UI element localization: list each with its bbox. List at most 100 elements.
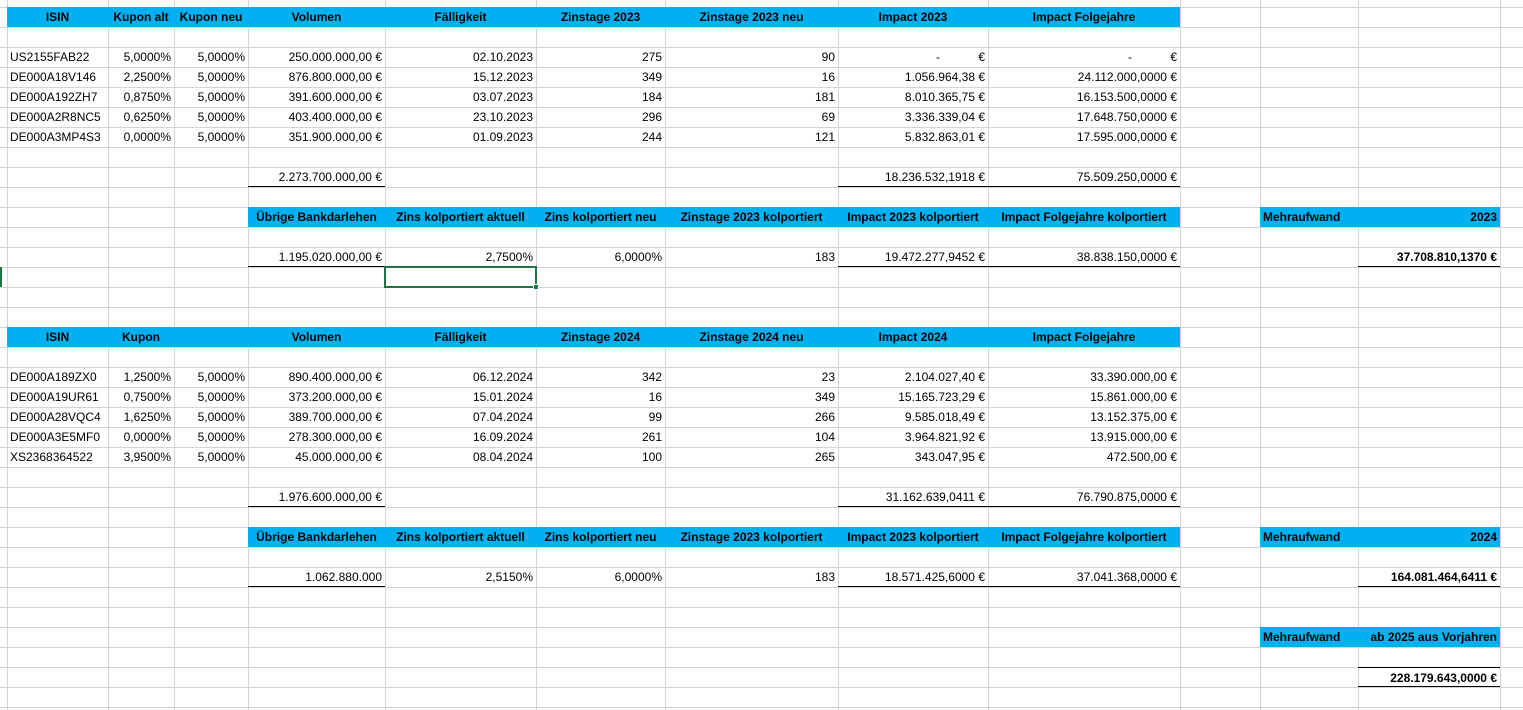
zinstage-neu-cell[interactable]: 90 bbox=[665, 47, 838, 67]
faelligkeit-cell[interactable]: 02.10.2023 bbox=[385, 47, 536, 67]
impact-cell[interactable]: 1.056.964,38 € bbox=[838, 67, 988, 87]
faelligkeit-cell[interactable]: 15.12.2023 bbox=[385, 67, 536, 87]
volumen-cell[interactable]: 391.600.000,00 € bbox=[248, 87, 385, 107]
zinstage-neu-cell[interactable]: 349 bbox=[665, 387, 838, 407]
kupon-alt-cell[interactable]: 1,6250% bbox=[108, 407, 174, 427]
kupon-neu-cell[interactable]: 5,0000% bbox=[174, 107, 248, 127]
impact-cell[interactable]: 15.165.723,29 € bbox=[838, 387, 988, 407]
column-header[interactable]: Fälligkeit bbox=[385, 327, 536, 347]
faelligkeit-cell[interactable]: 01.09.2023 bbox=[385, 127, 536, 147]
impact-cell[interactable]: 5.832.863,01 € bbox=[838, 127, 988, 147]
volumen-cell[interactable]: 403.400.000,00 € bbox=[248, 107, 385, 127]
zinstage-neu-cell[interactable]: 121 bbox=[665, 127, 838, 147]
kupon-neu-cell[interactable]: 5,0000% bbox=[174, 67, 248, 87]
column-header[interactable]: Impact 2024 bbox=[838, 327, 988, 347]
sub-value-cell[interactable]: 183 bbox=[665, 567, 838, 587]
folgejahre-cell[interactable]: 13.915.000,00 € bbox=[988, 427, 1180, 447]
impact-cell[interactable]: 8.010.365,75 € bbox=[838, 87, 988, 107]
zinstage-cell[interactable]: 100 bbox=[536, 447, 665, 467]
kupon-alt-cell[interactable]: 0,0000% bbox=[108, 427, 174, 447]
kupon-alt-cell[interactable]: 2,2500% bbox=[108, 67, 174, 87]
folgejahre-cell[interactable]: 472.500,00 € bbox=[988, 447, 1180, 467]
sub-column-header[interactable]: Zins kolportiert neu bbox=[536, 527, 665, 547]
faelligkeit-cell[interactable]: 06.12.2024 bbox=[385, 367, 536, 387]
sub-column-header[interactable]: Übrige Bankdarlehen bbox=[248, 527, 385, 547]
isin-cell[interactable]: DE000A3MP4S3 bbox=[7, 127, 108, 147]
isin-cell[interactable]: XS2368364522 bbox=[7, 447, 108, 467]
fill-handle[interactable] bbox=[533, 284, 539, 290]
folgejahre-cell[interactable]: 17.595.000,0000 € bbox=[988, 127, 1180, 147]
sub-value-cell[interactable]: 37.041.368,0000 € bbox=[988, 567, 1180, 587]
folgejahre-cell[interactable]: 13.152.375,00 € bbox=[988, 407, 1180, 427]
kupon-neu-cell[interactable]: 5,0000% bbox=[174, 47, 248, 67]
mehraufwand-sublabel[interactable]: ab 2025 aus Vorjahren bbox=[1358, 627, 1500, 647]
folgejahre-cell[interactable]: 17.648.750,0000 € bbox=[988, 107, 1180, 127]
impact-cell[interactable]: 9.585.018,49 € bbox=[838, 407, 988, 427]
sub-column-header[interactable]: Übrige Bankdarlehen bbox=[248, 207, 385, 227]
mehraufwand-total-value[interactable]: 228.179.643,0000 € bbox=[1358, 667, 1500, 687]
isin-cell[interactable]: DE000A18V146 bbox=[7, 67, 108, 87]
zinstage-cell[interactable]: 275 bbox=[536, 47, 665, 67]
column-header[interactable]: Kupon alt bbox=[108, 7, 174, 27]
zinstage-neu-cell[interactable]: 265 bbox=[665, 447, 838, 467]
total-impact[interactable]: 31.162.639,0411 € bbox=[838, 487, 988, 507]
column-header[interactable]: Impact 2023 bbox=[838, 7, 988, 27]
folgejahre-cell[interactable]: 15.861.000,00 € bbox=[988, 387, 1180, 407]
zinstage-cell[interactable]: 16 bbox=[536, 387, 665, 407]
kupon-neu-cell[interactable]: 5,0000% bbox=[174, 367, 248, 387]
total-volumen[interactable]: 2.273.700.000,00 € bbox=[248, 167, 385, 187]
impact-cell[interactable]: 3.336.339,04 € bbox=[838, 107, 988, 127]
zinstage-neu-cell[interactable]: 69 bbox=[665, 107, 838, 127]
sub-column-header[interactable]: Impact 2023 kolportiert bbox=[838, 527, 988, 547]
isin-cell[interactable]: DE000A192ZH7 bbox=[7, 87, 108, 107]
mehraufwand-year[interactable]: 2023 bbox=[1358, 207, 1500, 227]
impact-cell[interactable]: 3.964.821,92 € bbox=[838, 427, 988, 447]
total-folgejahre[interactable]: 76.790.875,0000 € bbox=[988, 487, 1180, 507]
folgejahre-cell[interactable]: 16.153.500,0000 € bbox=[988, 87, 1180, 107]
zinstage-cell[interactable]: 244 bbox=[536, 127, 665, 147]
sub-column-header[interactable]: Zinstage 2023 kolportiert bbox=[665, 207, 838, 227]
kupon-alt-cell[interactable]: 0,6250% bbox=[108, 107, 174, 127]
sub-column-header[interactable]: Zinstage 2023 kolportiert bbox=[665, 527, 838, 547]
column-header[interactable]: Kupon neu bbox=[174, 7, 248, 27]
column-header[interactable]: Zinstage 2023 neu bbox=[665, 7, 838, 27]
column-header[interactable]: Zinstage 2024 neu bbox=[665, 327, 838, 347]
zinstage-neu-cell[interactable]: 266 bbox=[665, 407, 838, 427]
impact-cell[interactable]: 343.047,95 € bbox=[838, 447, 988, 467]
isin-cell[interactable]: DE000A189ZX0 bbox=[7, 367, 108, 387]
total-impact[interactable]: 18.236.532,1918 € bbox=[838, 167, 988, 187]
sub-value-cell[interactable]: 6,0000% bbox=[536, 247, 665, 267]
mehraufwand-label[interactable]: Mehraufwand bbox=[1260, 527, 1358, 547]
kupon-neu-cell[interactable]: 5,0000% bbox=[174, 447, 248, 467]
column-header[interactable]: Volumen bbox=[248, 7, 385, 27]
currency-symbol[interactable]: € bbox=[988, 47, 1180, 67]
column-header[interactable]: ISIN bbox=[7, 7, 108, 27]
volumen-cell[interactable]: 278.300.000,00 € bbox=[248, 427, 385, 447]
column-header[interactable]: Impact Folgejahre bbox=[988, 327, 1180, 347]
kupon-neu-cell[interactable]: 5,0000% bbox=[174, 407, 248, 427]
zinstage-cell[interactable]: 261 bbox=[536, 427, 665, 447]
faelligkeit-cell[interactable]: 15.01.2024 bbox=[385, 387, 536, 407]
sub-value-cell[interactable]: 19.472.277,9452 € bbox=[838, 247, 988, 267]
isin-cell[interactable]: DE000A3E5MF0 bbox=[7, 427, 108, 447]
isin-cell[interactable]: DE000A2R8NC5 bbox=[7, 107, 108, 127]
sub-column-header[interactable]: Impact Folgejahre kolportiert bbox=[988, 527, 1180, 547]
column-header[interactable]: ISIN bbox=[7, 327, 108, 347]
volumen-cell[interactable]: 389.700.000,00 € bbox=[248, 407, 385, 427]
mehraufwand-value[interactable]: 164.081.464,6411 € bbox=[1358, 567, 1500, 587]
sub-column-header[interactable]: Zins kolportiert aktuell bbox=[385, 207, 536, 227]
total-folgejahre[interactable]: 75.509.250,0000 € bbox=[988, 167, 1180, 187]
zinstage-cell[interactable]: 349 bbox=[536, 67, 665, 87]
mehraufwand-label[interactable]: Mehraufwand bbox=[1260, 207, 1358, 227]
sub-column-header[interactable]: Zins kolportiert aktuell bbox=[385, 527, 536, 547]
volumen-cell[interactable]: 373.200.000,00 € bbox=[248, 387, 385, 407]
sub-value-cell[interactable]: 1.195.020.000,00 € bbox=[248, 247, 385, 267]
kupon-alt-cell[interactable]: 3,9500% bbox=[108, 447, 174, 467]
zinstage-neu-cell[interactable]: 181 bbox=[665, 87, 838, 107]
sub-column-header[interactable]: Impact 2023 kolportiert bbox=[838, 207, 988, 227]
volumen-cell[interactable]: 250.000.000,00 € bbox=[248, 47, 385, 67]
volumen-cell[interactable]: 351.900.000,00 € bbox=[248, 127, 385, 147]
sub-column-header[interactable]: Zins kolportiert neu bbox=[536, 207, 665, 227]
faelligkeit-cell[interactable]: 23.10.2023 bbox=[385, 107, 536, 127]
mehraufwand-year[interactable]: 2024 bbox=[1358, 527, 1500, 547]
